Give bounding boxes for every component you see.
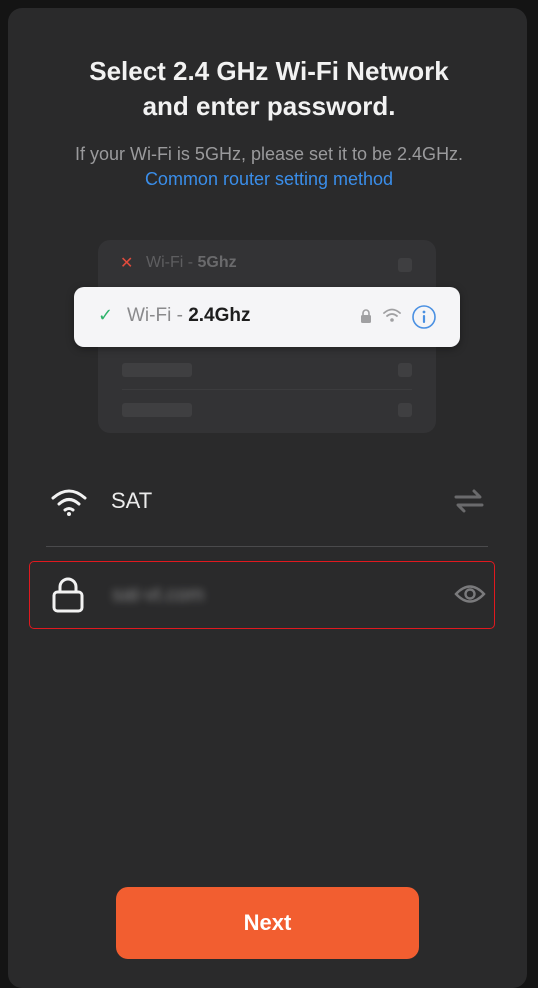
password-field[interactable]: sat-vt.com [29, 561, 495, 629]
page-title: Select 2.4 GHz Wi-Fi Network and enter p… [89, 56, 449, 121]
checkbox-placeholder-icon [398, 403, 412, 417]
password-input[interactable]: sat-vt.com [112, 584, 204, 607]
wifi-icon [51, 489, 87, 516]
field-divider [46, 546, 488, 547]
mini-wifi-icon [383, 308, 401, 322]
network-5g-label: Wi-Fi - 5Ghz [146, 254, 237, 272]
check-mark-icon: ✓ [98, 305, 114, 325]
network-5g-band: 5Ghz [197, 254, 237, 271]
network-5g-row: ✕ Wi-Fi - 5Ghz [98, 240, 436, 288]
subtitle-text: If your Wi-Fi is 5GHz, please set it to … [74, 144, 464, 164]
network-5g-prefix: Wi-Fi - [146, 254, 198, 271]
placeholder-network-bar [122, 363, 192, 377]
network-24g-label: Wi-Fi - 2.4Ghz [127, 305, 251, 327]
checkbox-placeholder-icon [398, 363, 412, 377]
info-icon [412, 305, 436, 329]
network-24g-band: 2.4Ghz [188, 305, 251, 326]
network-24g-prefix: Wi-Fi - [127, 305, 189, 326]
network-24g-card: ✓ Wi-Fi - 2.4Ghz [74, 287, 460, 347]
next-button[interactable]: Next [116, 887, 419, 959]
illustration-divider [122, 389, 412, 390]
page-subtitle: If your Wi-Fi is 5GHz, please set it to … [40, 142, 498, 192]
wifi-network-row[interactable]: SAT [46, 480, 488, 524]
lock-icon [52, 577, 84, 613]
checkbox-placeholder-icon [398, 258, 412, 272]
ssid-value: SAT [111, 488, 153, 513]
placeholder-network-bar [122, 403, 192, 417]
eye-icon[interactable] [454, 583, 486, 605]
switch-network-icon[interactable] [454, 488, 484, 514]
router-setting-link[interactable]: Common router setting method [145, 169, 393, 189]
mini-lock-icon [361, 309, 371, 323]
x-mark-icon: ✕ [120, 255, 134, 272]
